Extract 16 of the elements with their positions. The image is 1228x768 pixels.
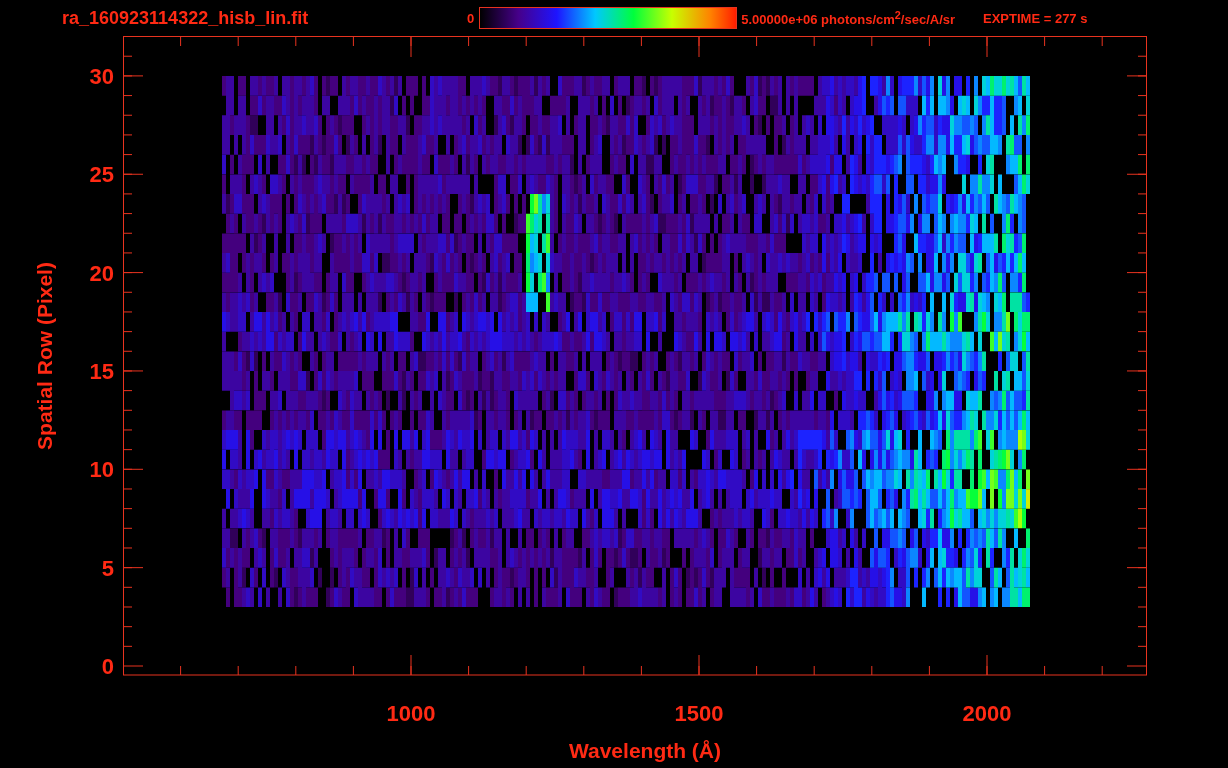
x-tick-label: 2000: [962, 701, 1012, 726]
x-tick-label: 1500: [674, 701, 724, 726]
y-tick-label: 15: [89, 358, 114, 384]
y-tick-label: 25: [89, 162, 114, 188]
colorbar-min-label: 0: [467, 10, 475, 26]
y-tick-label: 5: [101, 555, 114, 581]
y-axis-label: Spatial Row (Pixel): [33, 262, 56, 450]
exposure-time: EXPTIME = 277 s: [983, 10, 1088, 26]
file-name: ra_160923114322_hisb_lin.fit: [62, 7, 310, 29]
y-tick-label: 20: [89, 260, 114, 286]
y-tick-label: 10: [89, 457, 114, 483]
y-tick-label: 30: [89, 63, 114, 89]
y-tick-label: 0: [101, 654, 114, 679]
x-tick-label: 1000: [386, 701, 436, 726]
colorbar-max-label: 5.00000e+06 photons/cm$^{2}$/sec/A/sr: [741, 8, 956, 28]
x-axis-label: Wavelength (Å): [568, 739, 722, 762]
